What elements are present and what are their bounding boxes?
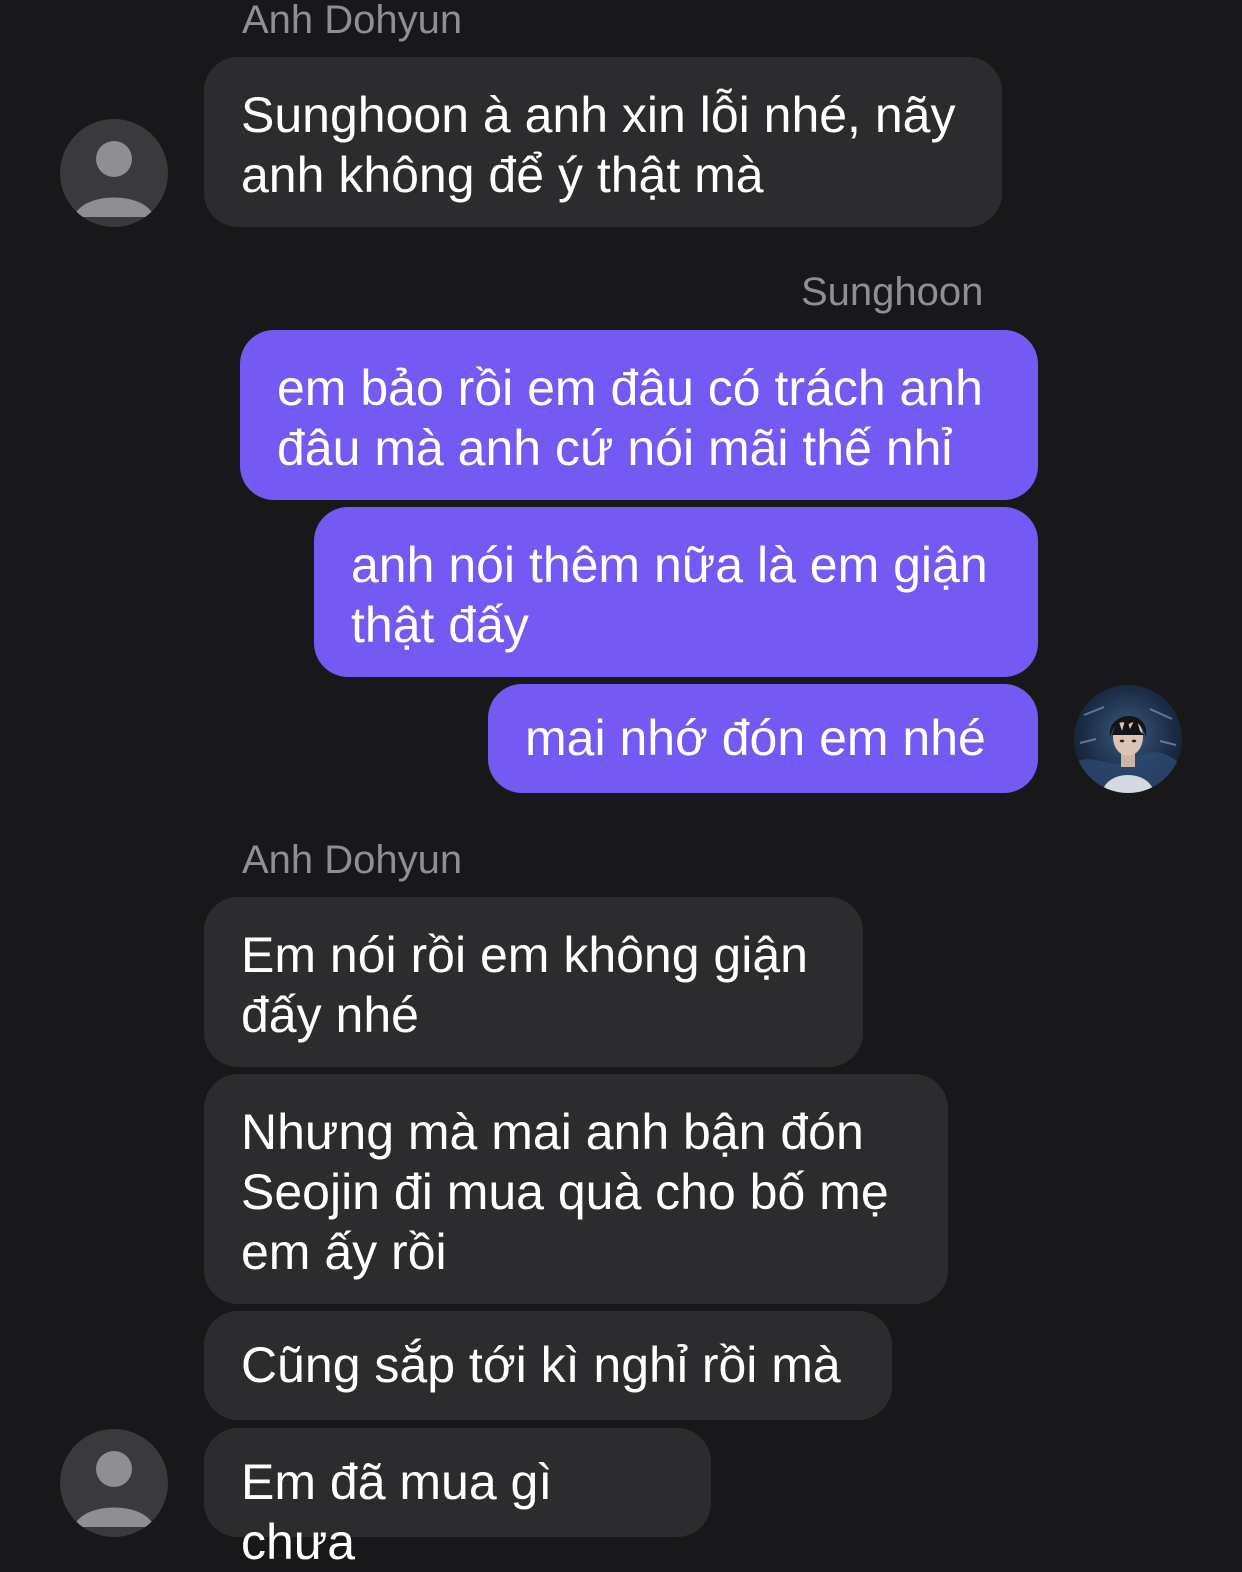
- sender-name: Anh Dohyun: [242, 838, 463, 882]
- sender-name: Anh Dohyun: [242, 0, 463, 42]
- message-bubble-incoming[interactable]: Em nói rồi em không giận đấy nhé: [204, 897, 863, 1067]
- message-bubble-outgoing[interactable]: em bảo rồi em đâu có trách anh đâu mà an…: [240, 330, 1038, 500]
- person-silhouette-icon: [74, 141, 154, 217]
- contact-avatar[interactable]: [60, 1429, 168, 1537]
- message-bubble-incoming[interactable]: Cũng sắp tới kì nghỉ rồi mà: [204, 1311, 892, 1420]
- profile-photo: [1074, 706, 1182, 793]
- message-bubble-incoming[interactable]: Sunghoon à anh xin lỗi nhé, nãy anh khôn…: [204, 57, 1002, 227]
- person-silhouette-icon: [74, 1451, 154, 1527]
- user-avatar[interactable]: [1074, 685, 1182, 793]
- contact-avatar[interactable]: [60, 119, 168, 227]
- sender-name: Sunghoon: [801, 270, 984, 314]
- message-bubble-outgoing[interactable]: mai nhớ đón em nhé: [488, 684, 1038, 793]
- message-bubble-incoming[interactable]: Em đã mua gì chưa: [204, 1428, 711, 1570]
- message-bubble-incoming[interactable]: Nhưng mà mai anh bận đón Seojin đi mua q…: [204, 1074, 948, 1304]
- message-bubble-outgoing[interactable]: anh nói thêm nữa là em giận thật đấy: [314, 507, 1038, 677]
